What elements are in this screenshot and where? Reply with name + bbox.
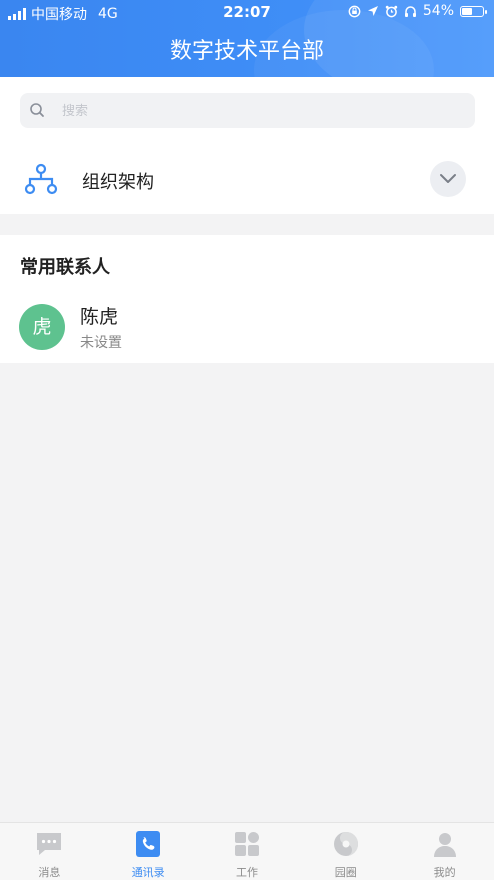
tab-label: 园圈 [334,866,357,879]
org-structure-row[interactable]: 组织架构 [0,155,494,213]
search-icon [30,103,44,117]
search-bar[interactable] [20,93,475,128]
alarm-icon [385,5,398,17]
tab-profile[interactable]: 我的 [395,823,494,880]
tab-label: 通讯录 [131,866,165,879]
search-input[interactable] [60,99,464,123]
tab-messages[interactable]: 消息 [0,823,99,880]
battery-percent: 54% [422,3,454,19]
tab-work[interactable]: 工作 [198,823,297,880]
location-icon [367,6,378,16]
tab-label: 消息 [38,866,61,879]
tab-contacts[interactable]: 通讯录 [99,823,198,880]
profile-icon [433,833,456,857]
frequent-contacts-section: 常用联系人 虎 陈虎 未设置 [0,235,494,363]
tab-label: 我的 [433,866,456,879]
top-card: 组织架构 [0,77,494,214]
header: 中国移动 4G 22:07 54% 数字技术平台部 [0,0,494,77]
status-right: 54% [348,3,487,19]
message-icon [37,833,62,855]
page-title: 数字技术平台部 [169,39,324,64]
bottom-tab-bar: 消息 通讯录 工作 园圈 我的 [0,822,494,880]
tab-label: 工作 [235,866,258,879]
headphones-icon [404,5,416,17]
avatar: 虎 [19,304,65,350]
circle-icon [333,832,358,856]
rotation-lock-icon [348,5,361,17]
contact-list-item[interactable]: 虎 陈虎 未设置 [0,295,494,363]
section-title: 常用联系人 [20,257,110,278]
contact-name: 陈虎 [80,306,119,328]
battery-icon [460,5,487,17]
contact-subtitle: 未设置 [80,335,122,351]
expand-button[interactable] [430,161,466,197]
status-bar: 中国移动 4G 22:07 54% [0,0,494,26]
org-chart-icon [24,163,58,195]
battery-fill [462,7,472,15]
contacts-icon [136,831,161,857]
apps-grid-icon [234,832,259,856]
chevron-down-icon [440,174,456,183]
org-structure-label: 组织架构 [82,172,154,193]
tab-circle[interactable]: 园圈 [296,823,395,880]
